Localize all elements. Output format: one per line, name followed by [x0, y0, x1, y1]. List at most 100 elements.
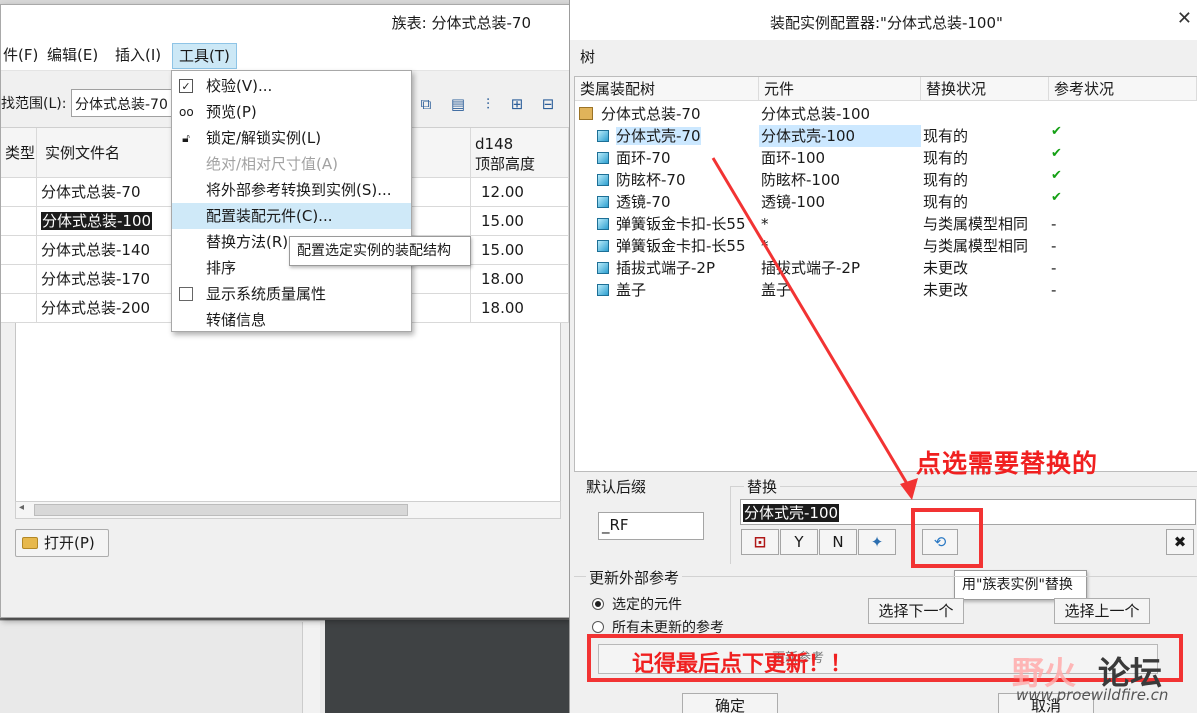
assembly-tree-panel: 类属装配树 元件 替换状况 参考状况 分体式总装-70 分体式总装-100 分体… [574, 76, 1197, 472]
component-cell[interactable]: 盖子 [761, 279, 791, 301]
selected-instance-name: 分体式总装-100 [41, 212, 153, 230]
tree-node-label: 插拔式端子-2P [616, 259, 716, 277]
lookup-button[interactable]: ⊡ [741, 529, 779, 555]
part-icon [597, 262, 609, 274]
replace-status-cell: 现有的 [923, 171, 969, 189]
delete-icon[interactable]: ✖ [1166, 529, 1194, 555]
menu-item-show-mass-properties[interactable]: 显示系统质量属性 [172, 281, 411, 307]
component-cell[interactable]: * [761, 235, 769, 257]
table-cell-value[interactable]: 15.00 [471, 207, 569, 236]
menu-item-label: 转储信息 [206, 311, 267, 329]
replace-label: 替换 [744, 476, 781, 497]
tree-root[interactable]: 分体式总装-70 [579, 103, 701, 125]
tree-root-label: 分体式总装-70 [601, 105, 701, 123]
tree-node[interactable]: 分体式壳-70 [597, 125, 701, 147]
part-icon [597, 218, 609, 230]
table-icon[interactable]: ⊟ [537, 93, 559, 115]
menu-file[interactable]: 件(F) [0, 43, 44, 69]
check-box-icon: ✓ [179, 79, 193, 93]
no-button[interactable]: N [819, 529, 857, 555]
menu-item-label: 将外部参考转换到实例(S)... [206, 181, 392, 199]
radio-selected-component[interactable]: 选定的元件 [592, 594, 682, 614]
paste-icon[interactable]: ▤ [447, 93, 469, 115]
close-icon[interactable]: ✕ [1177, 8, 1192, 29]
menu-edit[interactable]: 编辑(E) [41, 43, 104, 69]
radio-button-off[interactable] [592, 621, 604, 633]
menu-item-lock-instance[interactable]: 🔓︎ 锁定/解锁实例(L) [172, 125, 411, 151]
replace-status-cell: 现有的 [923, 193, 969, 211]
menu-item-dimension-values: 绝对/相对尺寸值(A) [172, 151, 411, 177]
scrollbar-thumb[interactable] [34, 504, 408, 516]
table-cell-value[interactable]: 18.00 [471, 294, 569, 323]
column-header-reference-status[interactable]: 参考状况 [1049, 77, 1197, 101]
type-cell [1, 207, 37, 236]
component-cell[interactable]: 防眩杯-100 [761, 169, 840, 191]
lookup-icon: ⊡ [753, 533, 767, 551]
type-cell [1, 178, 37, 207]
column-header-component[interactable]: 元件 [759, 77, 921, 101]
insert-column-icon[interactable]: ⫶ [477, 93, 499, 115]
tree-node[interactable]: 弹簧钣金卡扣-长55 [597, 213, 746, 235]
folder-icon [22, 537, 38, 549]
column-header-replace-status[interactable]: 替换状况 [921, 77, 1049, 101]
tree-node[interactable]: 弹簧钣金卡扣-长55 [597, 235, 746, 257]
open-button[interactable]: 打开(P) [15, 529, 109, 557]
menu-insert[interactable]: 插入(I) [109, 43, 167, 69]
tree-node[interactable]: 防眩杯-70 [597, 169, 686, 191]
d148-label: d148 [475, 135, 514, 153]
tree-node[interactable]: 透镜-70 [597, 191, 671, 213]
family-title-bar[interactable]: 族表: 分体式总装-70 [1, 5, 569, 37]
select-previous-button[interactable]: 选择上一个 [1054, 598, 1150, 624]
family-menu-bar: 件(F) 编辑(E) 插入(I) 工具(T) [1, 37, 569, 71]
radio-button-on[interactable] [592, 598, 604, 610]
menu-item-configure-assembly[interactable]: 配置装配元件(C)... [172, 203, 411, 229]
table-cell-value[interactable]: 12.00 [471, 178, 569, 207]
ok-button[interactable]: 确定 [682, 693, 778, 713]
menu-item-dump-info[interactable]: 转储信息 [172, 307, 411, 333]
update-external-ref-label: 更新外部参考 [586, 567, 683, 588]
menu-tools[interactable]: 工具(T) [172, 43, 237, 69]
reference-status-cell: - [1051, 259, 1057, 277]
reference-status-cell: - [1051, 237, 1057, 255]
component-cell-selected[interactable]: 分体式壳-100 [759, 125, 921, 147]
background-dark-area [325, 620, 570, 713]
component-cell[interactable]: 透镜-100 [761, 191, 825, 213]
tree-node[interactable]: 盖子 [597, 279, 646, 301]
table-cell-value[interactable]: 18.00 [471, 265, 569, 294]
configurator-title-bar[interactable]: 装配实例配置器:"分体式总装-100" ✕ [570, 0, 1197, 40]
horizontal-scrollbar[interactable]: ◂ [15, 501, 561, 519]
sketch-icon[interactable]: ✦ [858, 529, 896, 555]
replace-status-cell: 未更改 [923, 281, 969, 299]
yes-button[interactable]: Y [780, 529, 818, 555]
scope-select[interactable]: 分体式总装-70 [71, 89, 181, 117]
component-cell[interactable]: * [761, 213, 769, 235]
menu-item-preview[interactable]: oo 预览(P) [172, 99, 411, 125]
replace-status-cell: 现有的 [923, 149, 969, 167]
menu-item-convert-external-refs[interactable]: 将外部参考转换到实例(S)... [172, 177, 411, 203]
scroll-left-icon[interactable]: ◂ [19, 502, 24, 513]
select-next-button[interactable]: 选择下一个 [868, 598, 964, 624]
tree-node-label: 透镜-70 [616, 193, 671, 211]
tree-node[interactable]: 插拔式端子-2P [597, 257, 715, 279]
annotation-highlight-box [911, 508, 983, 568]
menu-item-label: 配置装配元件(C)... [206, 207, 333, 225]
column-header-generic-tree[interactable]: 类属装配树 [575, 77, 759, 101]
default-suffix-input[interactable]: _RF [598, 512, 704, 540]
tree-node-label: 面环-70 [616, 149, 671, 167]
column-header-type: 类型 [1, 128, 37, 178]
tree-menu[interactable]: 树 [580, 46, 595, 67]
assembly-icon [579, 107, 593, 120]
component-cell[interactable]: 插拔式端子-2P [761, 257, 860, 279]
tree-icon[interactable]: ⊞ [506, 93, 528, 115]
table-cell-value[interactable]: 15.00 [471, 236, 569, 265]
tree-node-label: 盖子 [616, 281, 647, 299]
menu-item-verify[interactable]: ✓ 校验(V)... [172, 73, 411, 99]
check-icon: ✔ [1051, 190, 1062, 205]
root-component: 分体式总装-100 [761, 105, 871, 123]
component-cell[interactable]: 面环-100 [761, 147, 825, 169]
menu-item-label: 预览(P) [206, 103, 257, 121]
copy-icon[interactable]: ⧉ [415, 93, 437, 115]
tree-node[interactable]: 面环-70 [597, 147, 671, 169]
background-scrollbar[interactable] [302, 622, 320, 713]
checkbox-icon[interactable] [179, 287, 193, 301]
